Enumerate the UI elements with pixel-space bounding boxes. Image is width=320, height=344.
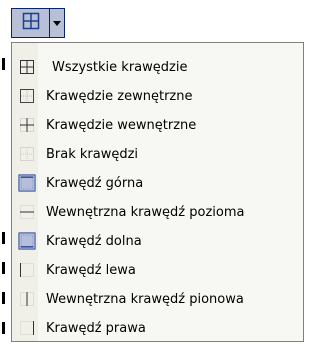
borders-menu: Wszystkie krawędzie Krawędzie zewnętrzne…: [11, 42, 304, 342]
all-borders-icon: [21, 11, 41, 35]
dropdown-arrow-icon: [53, 16, 61, 31]
bottom-border-icon: [18, 232, 36, 250]
menu-item-inside-vertical-border[interactable]: Wewnętrzna krawędź pionowa: [12, 285, 303, 313]
menu-item-bottom-border[interactable]: Krawędź dolna: [12, 227, 303, 255]
menu-item-all-borders[interactable]: Wszystkie krawędzie: [12, 53, 303, 81]
menu-item-inside-borders[interactable]: Krawędzie wewnętrzne: [12, 111, 303, 139]
inside-borders-icon: [18, 116, 36, 134]
borders-button[interactable]: [12, 9, 49, 37]
inside-horizontal-border-icon: [18, 203, 36, 221]
menu-item-left-border[interactable]: Krawędź lewa: [12, 256, 303, 284]
menu-item-label: Krawędzie zewnętrzne: [46, 88, 193, 104]
background-fragment: [2, 292, 5, 304]
menu-item-no-border[interactable]: Brak krawędzi: [12, 140, 303, 168]
right-border-icon: [18, 319, 36, 337]
menu-item-label: Krawędź dolna: [46, 233, 142, 249]
menu-item-label: Wszystkie krawędzie: [52, 59, 188, 75]
no-border-icon: [18, 145, 36, 163]
menu-item-label: Krawędzie wewnętrzne: [46, 117, 197, 133]
menu-item-outside-borders[interactable]: Krawędzie zewnętrzne: [12, 82, 303, 110]
menu-item-inside-horizontal-border[interactable]: Wewnętrzna krawędź pozioma: [12, 198, 303, 226]
menu-item-label: Krawędź górna: [46, 175, 144, 191]
left-border-icon: [18, 261, 36, 279]
inside-vertical-border-icon: [18, 290, 36, 308]
background-fragment: [2, 262, 5, 274]
background-fragment: [2, 58, 5, 70]
borders-split-button[interactable]: [11, 8, 65, 38]
menu-item-right-border[interactable]: Krawędź prawa: [12, 314, 303, 342]
top-border-icon: [18, 174, 36, 192]
menu-item-label: Krawędź lewa: [46, 262, 136, 278]
menu-item-top-border[interactable]: Krawędź górna: [12, 169, 303, 197]
all-borders-icon: [18, 58, 36, 76]
background-fragment: [2, 322, 5, 334]
menu-item-label: Brak krawędzi: [46, 146, 139, 162]
menu-item-label: Krawędź prawa: [46, 320, 146, 336]
background-fragment: [2, 232, 5, 244]
menu-item-label: Wewnętrzna krawędź pozioma: [46, 204, 245, 220]
borders-dropdown-button[interactable]: [50, 9, 64, 37]
outside-borders-icon: [18, 87, 36, 105]
menu-item-label: Wewnętrzna krawędź pionowa: [46, 291, 244, 307]
